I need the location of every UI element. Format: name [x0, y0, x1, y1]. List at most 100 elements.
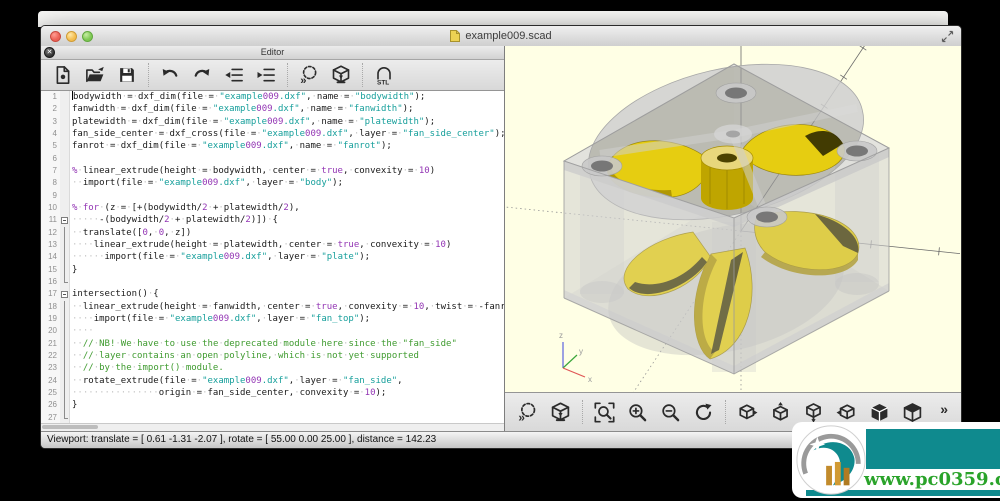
- line-number: 15: [41, 264, 60, 276]
- code-line[interactable]: 25················origin·=·fan_side_cent…: [41, 387, 504, 399]
- 3d-viewport[interactable]: z y x » »: [505, 46, 961, 431]
- line-number: 27: [41, 412, 60, 423]
- code-line[interactable]: 4fan_side_center·=·dxf_cross(file·=·"exa…: [41, 128, 504, 140]
- editor-horizontal-scrollbar[interactable]: [41, 423, 504, 431]
- fold-margin: [60, 325, 70, 337]
- line-number: 11: [41, 214, 60, 226]
- save-button[interactable]: [115, 63, 139, 87]
- watermark-logo-icon: [794, 423, 868, 497]
- new-file-button[interactable]: [51, 63, 75, 87]
- fold-toggle[interactable]: [60, 288, 70, 300]
- unindent-button[interactable]: [222, 63, 246, 87]
- stl-export-button[interactable]: STL: [372, 63, 396, 87]
- code-line[interactable]: 21··//·NB!·We·have·to·use·the·deprecated…: [41, 338, 504, 350]
- line-number: 13: [41, 239, 60, 251]
- code-line[interactable]: 5 fanrot·=·dxf_dim(file·=·"example009.dxf…: [41, 140, 504, 152]
- code-text: [70, 276, 72, 288]
- toolbar-group: [582, 400, 716, 424]
- fullscreen-button[interactable]: [941, 30, 954, 43]
- window-titlebar[interactable]: example009.scad: [41, 26, 961, 47]
- fold-margin: [60, 227, 70, 239]
- fold-margin: [60, 338, 70, 350]
- editor-toolbar: » STL: [41, 60, 504, 91]
- fold-margin: [60, 190, 70, 202]
- fold-margin: [60, 128, 70, 140]
- code-line[interactable]: 14······import(file·=·"example009.dxf",·…: [41, 251, 504, 263]
- code-line[interactable]: 1bodywidth·=·dxf_dim(file·=·"example009.…: [41, 91, 504, 103]
- code-line[interactable]: 18··linear_extrude(height·=·fanwidth,·ce…: [41, 301, 504, 313]
- code-line[interactable]: 9: [41, 190, 504, 202]
- zoom-in-button[interactable]: [625, 400, 650, 425]
- view-left-button[interactable]: [834, 400, 859, 425]
- code-line[interactable]: 13····linear_extrude(height·=·platewidth…: [41, 239, 504, 251]
- fold-margin: [60, 399, 70, 411]
- fold-margin: [60, 350, 70, 362]
- code-text: [70, 190, 72, 202]
- watermark-banner: [866, 429, 1000, 469]
- code-text: bodywidth·=·dxf_dim(file·=·"example009.d…: [70, 91, 425, 103]
- preview-button[interactable]: »: [515, 400, 540, 425]
- code-line[interactable]: 3platewidth·=·dxf_dim(file·=·"example009…: [41, 116, 504, 128]
- code-line[interactable]: 12··translate([0,·0,·z]): [41, 227, 504, 239]
- line-number: 16: [41, 276, 60, 288]
- scrollbar-thumb[interactable]: [42, 425, 98, 429]
- code-editor[interactable]: 1bodywidth·=·dxf_dim(file·=·"example009.…: [41, 91, 504, 423]
- code-line[interactable]: 7%·linear_extrude(height·=·bodywidth,·ce…: [41, 165, 504, 177]
- zoom-out-button[interactable]: [658, 400, 683, 425]
- fold-margin: [60, 202, 70, 214]
- code-line[interactable]: 11·····-(bodywidth/2·+·platewidth/2)])·{: [41, 214, 504, 226]
- line-number: 24: [41, 375, 60, 387]
- line-number: 5: [41, 140, 60, 152]
- code-line[interactable]: 16: [41, 276, 504, 288]
- code-line[interactable]: 19····import(file·=·"example009.dxf",·la…: [41, 313, 504, 325]
- code-line[interactable]: 27: [41, 412, 504, 423]
- render-icon: [331, 65, 351, 85]
- view-bottom-button[interactable]: [801, 400, 826, 425]
- fold-margin: [60, 276, 70, 288]
- fold-toggle[interactable]: [60, 214, 70, 226]
- code-line[interactable]: 2fanwidth·=·dxf_dim(file·=·"example009.d…: [41, 103, 504, 115]
- render-icon: [550, 402, 571, 423]
- undo-button[interactable]: [158, 63, 182, 87]
- open-file-icon: [85, 65, 105, 85]
- zoom-all-button[interactable]: [592, 400, 617, 425]
- zoom-out-icon: [660, 402, 681, 423]
- svg-text:»: »: [518, 410, 525, 422]
- view-orthogonal-button[interactable]: [900, 400, 925, 425]
- code-text: ····import(file·=·"example009.dxf",·laye…: [70, 313, 370, 325]
- render-button[interactable]: [548, 400, 573, 425]
- code-line[interactable]: 17intersection()·{: [41, 288, 504, 300]
- view-perspective-button[interactable]: [867, 400, 892, 425]
- viewport-status-text: Viewport: translate = [ 0.61 -1.31 -2.07…: [47, 434, 436, 445]
- view-right-button[interactable]: [735, 400, 760, 425]
- code-line[interactable]: 8··import(file·=·"example009.dxf",·layer…: [41, 177, 504, 189]
- redo-button[interactable]: [190, 63, 214, 87]
- toolbar-overflow-button[interactable]: »: [934, 400, 954, 418]
- redo-icon: [192, 65, 212, 85]
- line-number: 25: [41, 387, 60, 399]
- watermark-card: www.pc0359.cn: [792, 422, 1000, 498]
- code-text: ··translate([0,·0,·z]): [70, 227, 191, 239]
- line-number: 8: [41, 177, 60, 189]
- 3d-model-canvas[interactable]: z y x: [505, 46, 960, 393]
- code-line[interactable]: 20····: [41, 325, 504, 337]
- line-number: 9: [41, 190, 60, 202]
- line-number: 10: [41, 202, 60, 214]
- fold-margin: [60, 301, 70, 313]
- code-line[interactable]: 10%·for·(z·=·[+(bodywidth/2·+·platewidth…: [41, 202, 504, 214]
- render-button[interactable]: [329, 63, 353, 87]
- line-number: 23: [41, 362, 60, 374]
- preview-button[interactable]: »: [297, 63, 321, 87]
- code-line[interactable]: 22··//·layer·contains·an·open·polyline,·…: [41, 350, 504, 362]
- code-text: fanrot·=·dxf_dim(file·=·"example009.dxf"…: [70, 140, 392, 152]
- code-line[interactable]: 24··rotate_extrude(file·=·"example009.dx…: [41, 375, 504, 387]
- view-top-button[interactable]: [768, 400, 793, 425]
- reset-view-button[interactable]: [691, 400, 716, 425]
- save-icon: [117, 65, 137, 85]
- open-file-button[interactable]: [83, 63, 107, 87]
- code-line[interactable]: 15}: [41, 264, 504, 276]
- code-line[interactable]: 6: [41, 153, 504, 165]
- code-line[interactable]: 23··//·by·the·import()·module.: [41, 362, 504, 374]
- indent-button[interactable]: [254, 63, 278, 87]
- code-line[interactable]: 26}: [41, 399, 504, 411]
